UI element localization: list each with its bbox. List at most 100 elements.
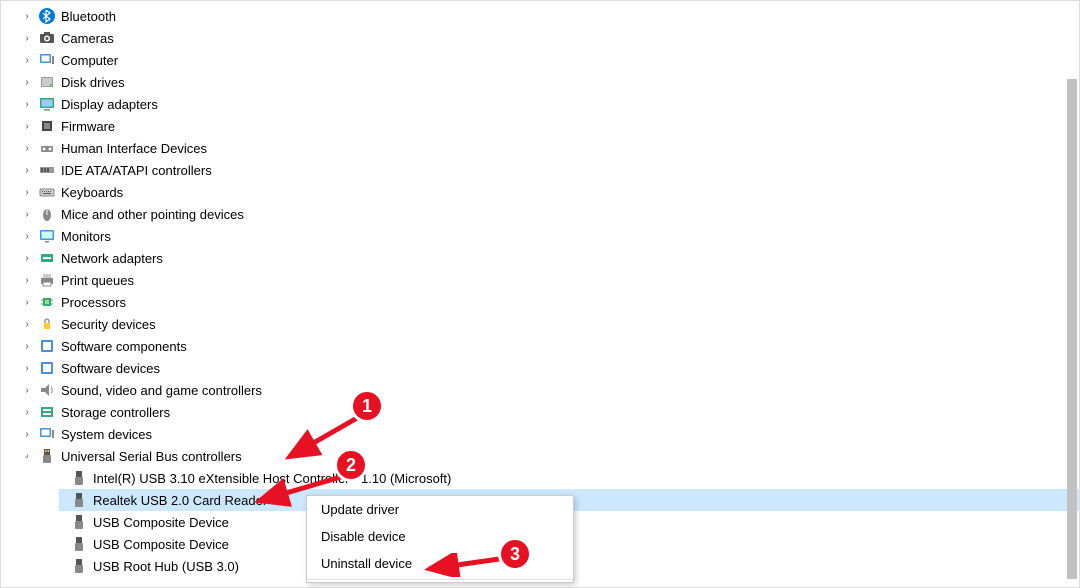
usb-device-icon [71, 514, 87, 530]
category-firmware[interactable]: › Firmware [21, 115, 1079, 137]
device-label: USB Composite Device [93, 515, 229, 530]
category-label: Storage controllers [61, 405, 170, 420]
category-label: Security devices [61, 317, 156, 332]
menu-uninstall-device[interactable]: Uninstall device [307, 550, 573, 577]
category-ide[interactable]: › IDE ATA/ATAPI controllers [21, 159, 1079, 181]
expand-icon[interactable]: › [21, 33, 33, 44]
category-label: Disk drives [61, 75, 125, 90]
processor-icon [39, 294, 55, 310]
category-computer[interactable]: › Computer [21, 49, 1079, 71]
category-monitors[interactable]: › Monitors [21, 225, 1079, 247]
system-icon [39, 426, 55, 442]
mouse-icon [39, 206, 55, 222]
category-security[interactable]: › Security devices [21, 313, 1079, 335]
device-label: Realtek USB 2.0 Card Reader [93, 493, 267, 508]
camera-icon [39, 30, 55, 46]
category-processors[interactable]: › Processors [21, 291, 1079, 313]
software-icon [39, 360, 55, 376]
category-label: Network adapters [61, 251, 163, 266]
category-label: IDE ATA/ATAPI controllers [61, 163, 212, 178]
category-software-devices[interactable]: › Software devices [21, 357, 1079, 379]
expand-icon[interactable]: › [21, 297, 33, 308]
expand-icon[interactable]: › [21, 143, 33, 154]
security-icon [39, 316, 55, 332]
expand-icon[interactable]: › [21, 121, 33, 132]
menu-disable-device[interactable]: Disable device [307, 523, 573, 550]
category-usb[interactable]: › Universal Serial Bus controllers [21, 445, 1079, 467]
expand-icon[interactable]: › [21, 209, 33, 220]
display-icon [39, 96, 55, 112]
annotation-badge-2: 2 [334, 448, 368, 482]
expand-icon[interactable]: › [21, 165, 33, 176]
keyboard-icon [39, 184, 55, 200]
usb-device-icon [71, 470, 87, 486]
annotation-badge-3: 3 [498, 537, 532, 571]
usb-icon [39, 448, 55, 464]
device-label: USB Root Hub (USB 3.0) [93, 559, 239, 574]
category-label: Universal Serial Bus controllers [61, 449, 242, 464]
usb-device[interactable]: Intel(R) USB 3.10 eXtensible Host Contro… [59, 467, 1079, 489]
storage-icon [39, 404, 55, 420]
expand-icon[interactable]: › [21, 99, 33, 110]
expand-icon[interactable]: › [21, 341, 33, 352]
category-label: System devices [61, 427, 152, 442]
device-tree[interactable]: › Bluetooth › Cameras › Computer › Disk … [1, 1, 1079, 581]
expand-icon[interactable]: › [21, 187, 33, 198]
category-label: Keyboards [61, 185, 123, 200]
sound-icon [39, 382, 55, 398]
hid-icon [39, 140, 55, 156]
category-mice[interactable]: › Mice and other pointing devices [21, 203, 1079, 225]
device-label: USB Composite Device [93, 537, 229, 552]
printer-icon [39, 272, 55, 288]
expand-icon[interactable]: › [21, 77, 33, 88]
bluetooth-icon [39, 8, 55, 24]
category-print[interactable]: › Print queues [21, 269, 1079, 291]
context-menu[interactable]: Update driver Disable device Uninstall d… [306, 495, 574, 583]
menu-separator [307, 579, 573, 580]
firmware-icon [39, 118, 55, 134]
category-hid[interactable]: › Human Interface Devices [21, 137, 1079, 159]
category-sound[interactable]: › Sound, video and game controllers [21, 379, 1079, 401]
ide-icon [39, 162, 55, 178]
expand-icon[interactable]: › [21, 253, 33, 264]
expand-icon[interactable]: › [21, 385, 33, 396]
category-disk[interactable]: › Disk drives [21, 71, 1079, 93]
category-label: Monitors [61, 229, 111, 244]
expand-icon[interactable]: › [21, 231, 33, 242]
category-keyboards[interactable]: › Keyboards [21, 181, 1079, 203]
computer-icon [39, 52, 55, 68]
category-display[interactable]: › Display adapters [21, 93, 1079, 115]
annotation-badge-1: 1 [350, 389, 384, 423]
disk-icon [39, 74, 55, 90]
category-bluetooth[interactable]: › Bluetooth [21, 5, 1079, 27]
device-label: Intel(R) USB 3.10 eXtensible Host Contro… [93, 471, 451, 486]
expand-icon[interactable]: › [21, 429, 33, 440]
category-storage[interactable]: › Storage controllers [21, 401, 1079, 423]
category-label: Software devices [61, 361, 160, 376]
category-system[interactable]: › System devices [21, 423, 1079, 445]
expand-icon[interactable]: › [21, 275, 33, 286]
menu-update-driver[interactable]: Update driver [307, 496, 573, 523]
category-software-components[interactable]: › Software components [21, 335, 1079, 357]
expand-icon[interactable]: › [21, 11, 33, 22]
category-label: Mice and other pointing devices [61, 207, 244, 222]
category-label: Sound, video and game controllers [61, 383, 262, 398]
usb-device-icon [71, 536, 87, 552]
usb-device-icon [71, 558, 87, 574]
scrollbar-thumb[interactable] [1067, 79, 1077, 579]
category-label: Human Interface Devices [61, 141, 207, 156]
category-label: Firmware [61, 119, 115, 134]
monitor-icon [39, 228, 55, 244]
software-icon [39, 338, 55, 354]
category-label: Processors [61, 295, 126, 310]
category-label: Display adapters [61, 97, 158, 112]
collapse-icon[interactable]: › [19, 448, 35, 464]
expand-icon[interactable]: › [21, 55, 33, 66]
category-cameras[interactable]: › Cameras [21, 27, 1079, 49]
expand-icon[interactable]: › [21, 407, 33, 418]
expand-icon[interactable]: › [21, 363, 33, 374]
category-network[interactable]: › Network adapters [21, 247, 1079, 269]
usb-device-icon [71, 492, 87, 508]
category-label: Cameras [61, 31, 114, 46]
expand-icon[interactable]: › [21, 319, 33, 330]
